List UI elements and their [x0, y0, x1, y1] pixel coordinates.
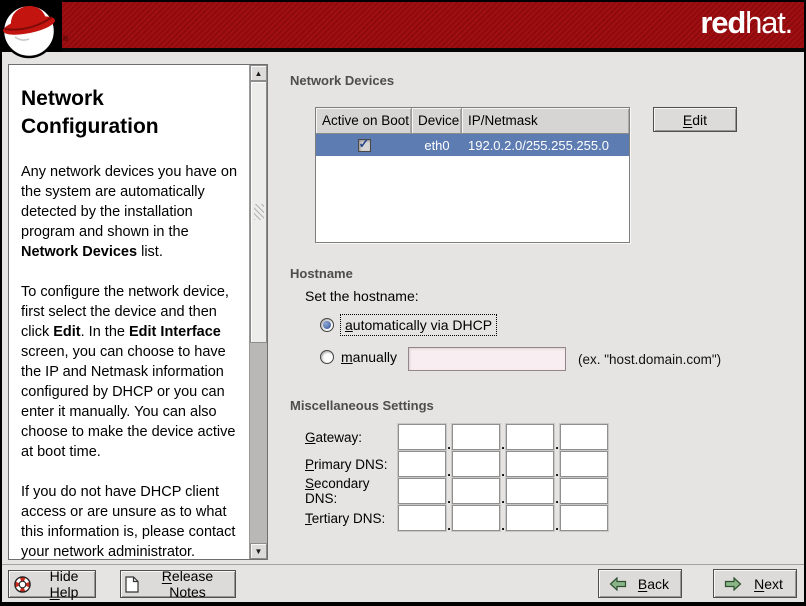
manual-radio-label[interactable]: manually — [341, 349, 397, 365]
column-header-active-on-boot[interactable]: Active on Boot — [316, 108, 412, 134]
misc-settings-heading: Miscellaneous Settings — [290, 398, 434, 413]
brand-bold: red — [700, 5, 745, 40]
gateway-octet-4[interactable] — [560, 424, 608, 450]
registered-trademark: ® — [63, 36, 68, 43]
dhcp-radio-label[interactable]: automatically via DHCP — [341, 315, 496, 335]
table-header: Active on Boot Device IP/Netmask — [316, 108, 629, 134]
edit-button[interactable]: Edit — [653, 107, 737, 132]
help-paragraph: To configure the network device, first s… — [21, 282, 243, 462]
gateway-octet-1[interactable] — [398, 424, 446, 450]
back-label: Back — [632, 576, 675, 592]
primary-dns-octet-3[interactable] — [506, 451, 554, 477]
primary-dns-octet-2[interactable] — [452, 451, 500, 477]
active-on-boot-cell: ✓ — [316, 139, 412, 152]
back-button[interactable]: Back — [598, 569, 682, 598]
primary-dns-row: Primary DNS: ... — [305, 451, 608, 477]
tertiary-dns-octet-4[interactable] — [560, 505, 608, 531]
back-arrow-icon — [609, 577, 627, 591]
radio-row-automatic: automatically via DHCP — [320, 315, 496, 335]
set-hostname-label: Set the hostname: — [305, 288, 419, 304]
redhat-shadowman-icon — [0, 1, 64, 61]
secondary-dns-row: Secondary DNS: ... — [305, 478, 608, 504]
installer-window: redhat. ® Network Configuration Any netw… — [0, 0, 806, 606]
hostname-heading: Hostname — [290, 266, 353, 281]
scroll-up-icon[interactable]: ▲ — [250, 65, 267, 81]
table-row-eth0[interactable]: ✓ eth0 192.0.2.0/255.255.255.0 — [316, 134, 629, 156]
tertiary-dns-octet-2[interactable] — [452, 505, 500, 531]
ip-netmask-cell: 192.0.2.0/255.255.255.0 — [462, 138, 629, 153]
tertiary-dns-label: Tertiary DNS: — [305, 511, 398, 526]
tertiary-dns-row: Tertiary DNS: ... — [305, 505, 608, 531]
radio-row-manual: manually — [320, 349, 397, 365]
gateway-octet-3[interactable] — [506, 424, 554, 450]
life-ring-icon — [13, 575, 32, 594]
help-scrollbar[interactable]: ▲ ▼ — [249, 65, 267, 559]
gateway-label: Gateway: — [305, 430, 398, 445]
redhat-wordmark: redhat. — [700, 7, 792, 38]
next-label: Next — [747, 576, 790, 592]
help-content: Network Configuration Any network device… — [9, 65, 249, 559]
manual-hostname-input[interactable] — [408, 347, 566, 371]
gateway-octet-2[interactable] — [452, 424, 500, 450]
secondary-dns-octet-3[interactable] — [506, 478, 554, 504]
help-panel: Network Configuration Any network device… — [8, 64, 268, 560]
active-on-boot-checkbox[interactable]: ✓ — [358, 139, 371, 152]
device-cell: eth0 — [412, 138, 462, 153]
release-notes-label: Release Notes — [144, 568, 231, 600]
hide-help-button[interactable]: Hide Help — [8, 570, 96, 598]
scrollbar-thumb[interactable] — [250, 81, 267, 343]
scrollbar-grip — [254, 204, 264, 220]
dhcp-radio-button[interactable] — [320, 318, 334, 332]
secondary-dns-label: Secondary DNS: — [305, 476, 398, 506]
help-paragraph: If you do not have DHCP client access or… — [21, 482, 243, 559]
manual-radio-button[interactable] — [320, 350, 334, 364]
tertiary-dns-octet-1[interactable] — [398, 505, 446, 531]
primary-dns-octet-4[interactable] — [560, 451, 608, 477]
gateway-row: Gateway: ... — [305, 424, 608, 450]
brand-light: hat. — [745, 5, 792, 40]
network-devices-heading: Network Devices — [290, 73, 394, 88]
next-arrow-icon — [724, 577, 742, 591]
hostname-example-hint: (ex. "host.domain.com") — [578, 352, 721, 367]
column-header-device[interactable]: Device — [412, 108, 462, 134]
scroll-down-icon[interactable]: ▼ — [250, 543, 267, 559]
tertiary-dns-octet-3[interactable] — [506, 505, 554, 531]
secondary-dns-octet-1[interactable] — [398, 478, 446, 504]
checkmark-icon: ✓ — [359, 137, 370, 150]
footer-separator — [0, 564, 806, 565]
hide-help-label: Hide Help — [37, 568, 91, 600]
primary-dns-octet-1[interactable] — [398, 451, 446, 477]
next-button[interactable]: Next — [713, 569, 797, 598]
primary-dns-label: Primary DNS: — [305, 457, 398, 472]
help-paragraph: Any network devices you have on the syst… — [21, 162, 243, 262]
edit-button-label: Edit — [683, 112, 707, 128]
network-devices-table: Active on Boot Device IP/Netmask ✓ eth0 … — [315, 107, 630, 243]
column-header-ip-netmask[interactable]: IP/Netmask — [462, 108, 629, 134]
document-icon — [125, 576, 139, 593]
secondary-dns-octet-4[interactable] — [560, 478, 608, 504]
help-title: Network Configuration — [21, 85, 243, 142]
secondary-dns-octet-2[interactable] — [452, 478, 500, 504]
banner: redhat. — [0, 0, 806, 52]
release-notes-button[interactable]: Release Notes — [120, 570, 236, 598]
